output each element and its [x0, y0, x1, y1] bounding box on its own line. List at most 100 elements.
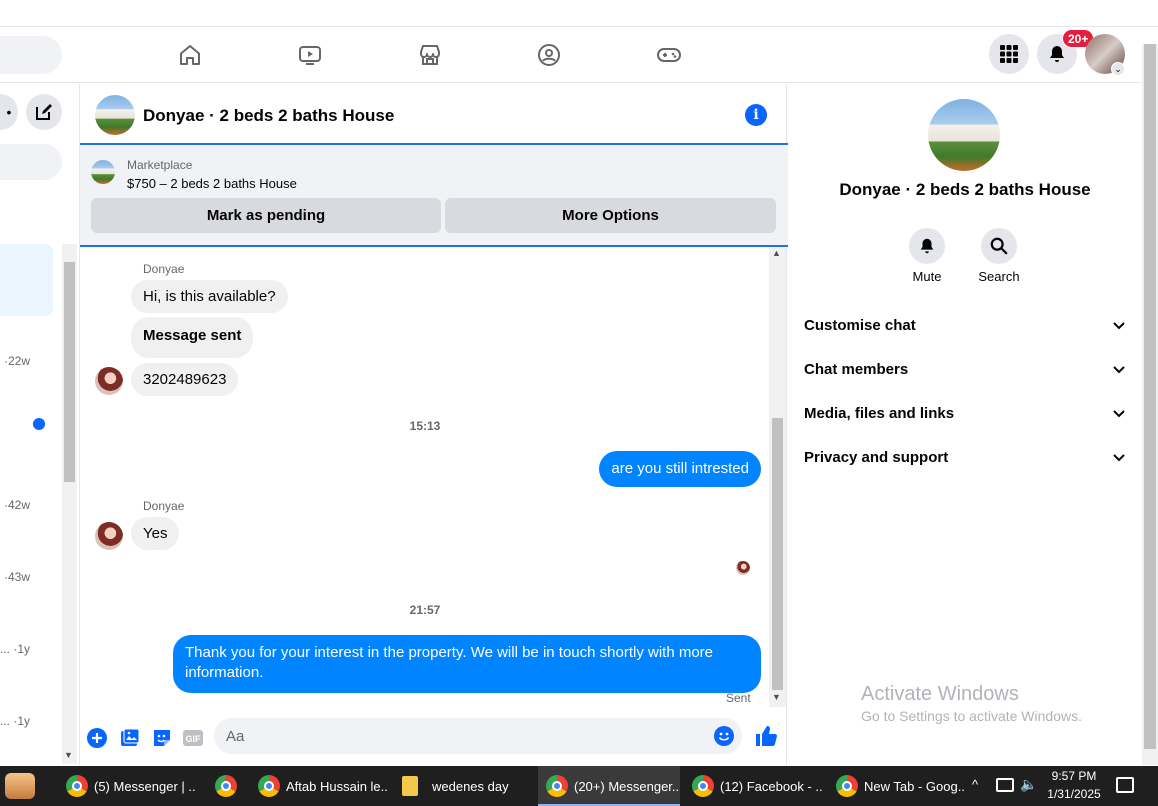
details-title: Donyae · 2 beds 2 baths House	[839, 180, 1091, 199]
mark-as-pending-button[interactable]: Mark as pending	[91, 198, 441, 233]
taskbar-weather-icon[interactable]	[0, 766, 40, 806]
more-options-button[interactable]: More Options	[445, 198, 776, 233]
taskbar-item-new-tab[interactable]: New Tab - Goog...	[832, 766, 966, 806]
incoming-message[interactable]: Hi, is this available?	[131, 280, 288, 313]
plus-icon[interactable]	[87, 728, 107, 748]
chrome-icon	[546, 775, 568, 797]
marketplace-label: Marketplace	[127, 158, 193, 172]
sender-name: Donyae	[143, 499, 185, 513]
conversation-panel: Donyae · 2 beds 2 baths House i Marketpl…	[79, 84, 788, 765]
message-composer: GIF Aa	[80, 712, 788, 762]
mute-label: Mute	[912, 269, 942, 284]
search-label: Search	[978, 269, 1020, 284]
emoji-icon[interactable]	[714, 726, 734, 746]
chrome-icon	[215, 775, 237, 797]
gaming-icon[interactable]	[649, 35, 689, 75]
incoming-message[interactable]: 3202489623	[131, 363, 239, 396]
chevron-down-icon	[1113, 454, 1125, 462]
grid-icon	[1000, 45, 1018, 63]
scroll-up-arrow[interactable]: ▲	[772, 248, 781, 258]
search-chats-input[interactable]	[0, 144, 62, 180]
listing-thumbnail-small[interactable]	[91, 160, 115, 184]
chevron-down-icon[interactable]: ⌄	[1111, 62, 1125, 76]
section-media-files-links[interactable]: Media, files and links	[804, 391, 1126, 435]
taskbar-item-messenger-5[interactable]: (5) Messenger | ...	[62, 766, 196, 806]
thumbs-up-icon[interactable]	[754, 724, 778, 748]
volume-icon[interactable]: 🔈	[1020, 776, 1037, 793]
chat-details-panel: Donyae · 2 beds 2 baths House Mute Searc…	[788, 84, 1142, 765]
chats-sidebar: • ·22w ·42w ·43w ... ·1y ... ·1y ▼	[0, 84, 78, 765]
more-options-icon[interactable]: •	[0, 94, 18, 130]
chat-time: ·22w	[4, 354, 31, 368]
section-label: Customise chat	[804, 316, 916, 334]
section-chat-members[interactable]: Chat members	[804, 347, 1126, 391]
nav-search-bar[interactable]	[0, 36, 62, 74]
scroll-down-arrow[interactable]: ▼	[772, 692, 781, 702]
outgoing-message[interactable]: Thank you for your interest in the prope…	[173, 635, 761, 693]
message-timestamp: 21:57	[409, 603, 441, 617]
message-list: Donyae Hi, is this available? Message se…	[80, 247, 788, 709]
scroll-down-arrow[interactable]: ▼	[64, 750, 73, 760]
taskbar-item-folder[interactable]: wedenes day	[398, 766, 532, 806]
chevron-down-icon	[1113, 410, 1125, 418]
conversation-title[interactable]: Donyae · 2 beds 2 baths House	[143, 106, 394, 126]
activate-windows-title: Activate Windows	[861, 683, 1019, 705]
sender-name: Donyae	[143, 262, 185, 276]
taskbar-item-messenger-20[interactable]: (20+) Messenger...	[538, 766, 680, 806]
tray-chevron-up-icon[interactable]: ^	[972, 777, 978, 792]
taskbar-item-aftab[interactable]: Aftab Hussain le...	[254, 766, 388, 806]
chrome-icon	[836, 775, 858, 797]
info-icon[interactable]: i	[745, 104, 767, 126]
seen-receipt-avatar	[736, 561, 750, 575]
network-icon[interactable]	[996, 778, 1014, 792]
section-label: Chat members	[804, 360, 909, 378]
taskbar-item-facebook[interactable]: (12) Facebook - ...	[688, 766, 822, 806]
chat-time: ... ·1y	[0, 642, 31, 656]
message-input-placeholder: Aa	[226, 728, 245, 745]
sticker-icon[interactable]	[152, 728, 172, 748]
notification-center-icon[interactable]	[1116, 777, 1134, 793]
chat-list-item-active[interactable]	[0, 244, 53, 316]
chat-time: ·43w	[4, 570, 31, 584]
home-icon[interactable]	[170, 35, 210, 75]
facebook-navbar: 20+ ⌄	[0, 27, 1142, 83]
delivery-status: Sent	[726, 691, 751, 705]
mute-button[interactable]	[909, 228, 945, 264]
listing-thumbnail[interactable]	[95, 95, 135, 135]
marketplace-icon[interactable]	[410, 35, 450, 75]
chrome-icon	[692, 775, 714, 797]
chrome-icon	[66, 775, 88, 797]
bell-icon	[920, 238, 934, 254]
listing-description[interactable]: $750 – 2 beds 2 baths House	[127, 176, 297, 191]
sender-avatar[interactable]	[95, 367, 123, 395]
incoming-message[interactable]: Message sent	[131, 317, 254, 358]
sender-avatar[interactable]	[95, 522, 123, 550]
outgoing-message[interactable]: are you still intrested	[599, 451, 761, 487]
section-customise-chat[interactable]: Customise chat	[804, 303, 1126, 347]
gif-icon[interactable]: GIF	[182, 728, 203, 748]
menu-grid-button[interactable]	[989, 34, 1029, 74]
taskbar-item-chrome[interactable]	[206, 766, 246, 806]
conversation-scrollbar-thumb[interactable]	[772, 418, 783, 690]
chrome-icon	[258, 775, 280, 797]
search-conversation-button[interactable]	[981, 228, 1017, 264]
incoming-message[interactable]: Yes	[131, 517, 180, 550]
section-label: Privacy and support	[804, 448, 949, 466]
svg-text:GIF: GIF	[186, 734, 202, 744]
chat-time: ... ·1y	[0, 714, 31, 728]
windows-taskbar: (5) Messenger | ... Aftab Hussain le... …	[0, 766, 1158, 806]
activate-windows-subtitle: Go to Settings to activate Windows.	[861, 708, 1082, 724]
tray-date[interactable]: 1/31/2025	[1044, 787, 1104, 801]
photo-icon[interactable]	[120, 728, 140, 748]
conversation-photo[interactable]	[928, 99, 1000, 171]
groups-icon[interactable]	[529, 35, 569, 75]
page-scrollbar-thumb[interactable]	[1144, 44, 1156, 749]
new-message-button[interactable]	[26, 94, 62, 130]
message-input[interactable]: Aa	[214, 718, 742, 754]
watch-video-icon[interactable]	[290, 35, 330, 75]
folder-icon	[402, 776, 418, 796]
bell-icon	[1050, 46, 1064, 62]
tray-time[interactable]: 9:57 PM	[1044, 769, 1104, 783]
section-privacy-support[interactable]: Privacy and support	[804, 435, 1126, 479]
sidebar-scrollbar-thumb[interactable]	[64, 262, 75, 482]
